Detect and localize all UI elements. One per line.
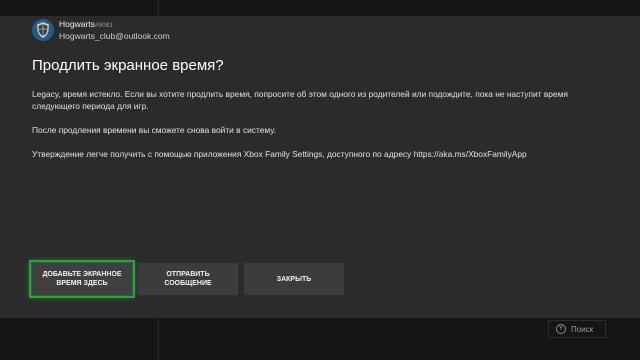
body-paragraph-after-extension: После продления времени вы сможете снова…	[32, 124, 276, 135]
body-paragraph-time-expired: Legacy, время истекло. Если вы хотите пр…	[32, 89, 568, 111]
dialog-body: Legacy, время истекло. Если вы хотите пр…	[32, 89, 592, 173]
add-screen-time-button[interactable]: ДОБАВЬТЕ ЭКРАННОЕ ВРЕМЯ ЗДЕСЬ	[29, 260, 135, 298]
extend-screen-time-dialog: Hogwarts#9081 Hogwarts_club@outlook.com …	[0, 16, 640, 318]
dialog-buttons: ДОБАВЬТЕ ЭКРАННОЕ ВРЕМЯ ЗДЕСЬ ОТПРАВИТЬ …	[29, 260, 344, 298]
close-button[interactable]: ЗАКРЫТЬ	[244, 263, 344, 295]
account-email: Hogwarts_club@outlook.com	[59, 30, 170, 41]
body-paragraph-family-app: Утверждение легче получить с помощью при…	[32, 148, 527, 159]
screen: Hogwarts#9081 Hogwarts_club@outlook.com …	[0, 0, 640, 360]
account-text: Hogwarts#9081 Hogwarts_club@outlook.com	[59, 19, 170, 42]
y-button-icon: Y	[556, 324, 566, 334]
gamertag-suffix: #9081	[94, 21, 113, 29]
avatar	[32, 19, 54, 41]
send-message-button[interactable]: ОТПРАВИТЬ СООБЩЕНИЕ	[138, 263, 238, 295]
gamertag-name: Hogwarts	[59, 18, 95, 29]
gamertag: Hogwarts#9081	[59, 19, 170, 31]
account-info: Hogwarts#9081 Hogwarts_club@outlook.com	[32, 17, 170, 43]
dialog-title: Продлить экранное время?	[32, 57, 224, 74]
search-label: Поиск	[571, 324, 594, 334]
hogwarts-crest-icon	[37, 22, 49, 38]
search-hint[interactable]: Y Поиск	[548, 320, 606, 338]
